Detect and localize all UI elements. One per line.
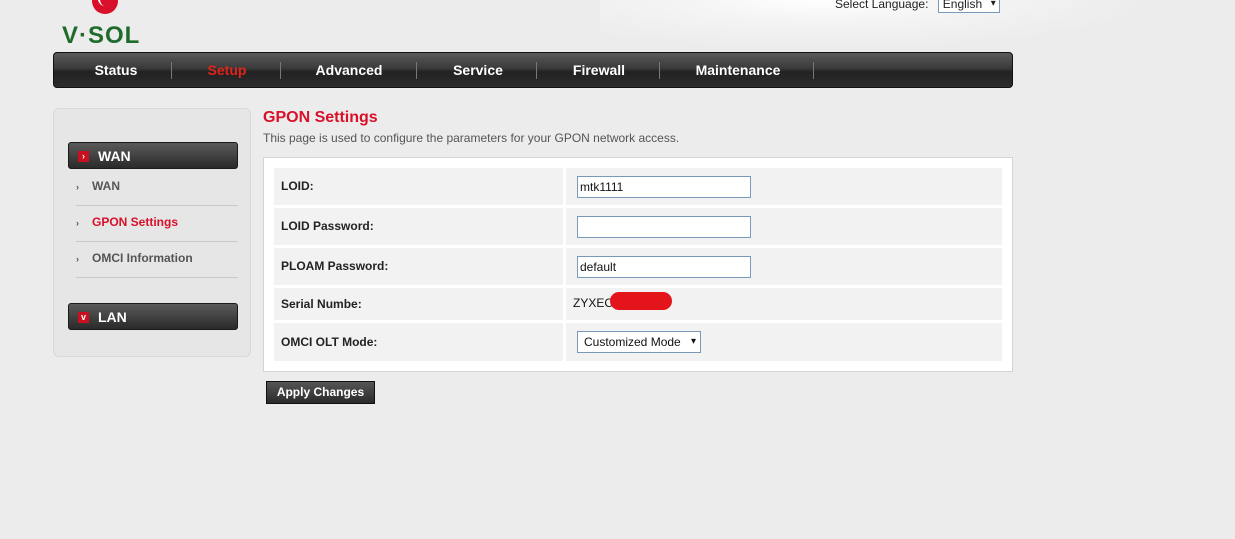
redaction-mark bbox=[610, 292, 672, 310]
sidebar-section-wan[interactable]: › WAN bbox=[68, 142, 238, 169]
sidebar-item-omci-information[interactable]: › OMCI Information bbox=[76, 241, 238, 278]
logo-text: V·SOL bbox=[62, 22, 141, 49]
loid-password-input[interactable] bbox=[577, 216, 751, 238]
language-value: English bbox=[942, 0, 983, 11]
sidebar-item-label: GPON Settings bbox=[92, 215, 179, 229]
sidebar: › WAN › WAN › GPON Settings › OMCI Informat… bbox=[53, 108, 251, 357]
omci-mode-value: Customized Mode bbox=[584, 335, 681, 349]
chevron-down-icon: v bbox=[78, 312, 89, 323]
bullet-arrow-icon: › bbox=[76, 182, 79, 192]
ploam-password-label: PLOAM Password: bbox=[274, 248, 563, 285]
page: V·SOL Select Language: English ▾ Status … bbox=[0, 0, 1235, 539]
form-row-serial: Serial Numbe: ZYXEC bbox=[274, 288, 1002, 320]
form-row-ploam-password: PLOAM Password: default bbox=[274, 248, 1002, 285]
sidebar-item-wan[interactable]: › WAN bbox=[76, 169, 238, 206]
nav-setup[interactable]: Setup bbox=[180, 53, 274, 87]
form-row-loid: LOID: mtk1111 bbox=[274, 168, 1002, 205]
ploam-password-cell: default bbox=[566, 248, 1002, 285]
sidebar-item-gpon-settings[interactable]: › GPON Settings bbox=[76, 205, 238, 242]
nav-separator bbox=[813, 62, 814, 79]
serial-value: ZYXEC bbox=[573, 296, 614, 310]
chevron-right-icon: › bbox=[78, 151, 89, 162]
page-description: This page is used to configure the param… bbox=[263, 131, 680, 145]
logo-emblem-icon bbox=[92, 0, 118, 14]
omci-mode-cell: Customized Mode ▾ bbox=[566, 323, 1002, 361]
apply-changes-button[interactable]: Apply Changes bbox=[266, 381, 375, 404]
form-row-omci-mode: OMCI OLT Mode: Customized Mode ▾ bbox=[274, 323, 1002, 361]
nav-separator bbox=[280, 62, 281, 79]
chevron-down-icon: ▾ bbox=[690, 336, 696, 347]
nav-status[interactable]: Status bbox=[70, 53, 162, 87]
bullet-arrow-icon: › bbox=[76, 218, 79, 228]
language-select[interactable]: English ▾ bbox=[937, 0, 1000, 13]
nav-separator bbox=[416, 62, 417, 79]
nav-separator bbox=[171, 62, 172, 79]
vsol-logo: V·SOL bbox=[62, 0, 172, 50]
nav-maintenance[interactable]: Maintenance bbox=[670, 53, 806, 87]
gpon-settings-form: LOID: mtk1111 LOID Password: PLOAM Passw… bbox=[263, 157, 1013, 372]
sidebar-item-label: OMCI Information bbox=[92, 251, 193, 265]
language-label: Select Language: bbox=[835, 0, 929, 11]
nav-firewall[interactable]: Firewall bbox=[544, 53, 654, 87]
sidebar-item-label: WAN bbox=[92, 179, 120, 193]
serial-cell: ZYXEC bbox=[566, 288, 1002, 320]
form-row-loid-password: LOID Password: bbox=[274, 208, 1002, 245]
sidebar-section-lan[interactable]: v LAN bbox=[68, 303, 238, 330]
chevron-down-icon: ▾ bbox=[990, 0, 996, 9]
nav-separator bbox=[659, 62, 660, 79]
loid-password-cell bbox=[566, 208, 1002, 245]
language-selector: Select Language: English ▾ bbox=[835, 0, 1000, 13]
main-nav: Status Setup Advanced Service Firewall M… bbox=[53, 52, 1013, 88]
loid-cell: mtk1111 bbox=[566, 168, 1002, 205]
nav-service[interactable]: Service bbox=[426, 53, 530, 87]
omci-mode-label: OMCI OLT Mode: bbox=[274, 323, 563, 361]
loid-label: LOID: bbox=[274, 168, 563, 205]
ploam-password-input[interactable]: default bbox=[577, 256, 751, 278]
serial-label: Serial Numbe: bbox=[274, 288, 563, 320]
omci-mode-select[interactable]: Customized Mode ▾ bbox=[577, 331, 701, 353]
page-title: GPON Settings bbox=[263, 109, 378, 126]
loid-password-label: LOID Password: bbox=[274, 208, 563, 245]
bullet-arrow-icon: › bbox=[76, 254, 79, 264]
nav-separator bbox=[536, 62, 537, 79]
sidebar-section-label: WAN bbox=[98, 148, 131, 164]
nav-advanced[interactable]: Advanced bbox=[290, 53, 408, 87]
sidebar-section-label: LAN bbox=[98, 309, 127, 325]
loid-input[interactable]: mtk1111 bbox=[577, 176, 751, 198]
